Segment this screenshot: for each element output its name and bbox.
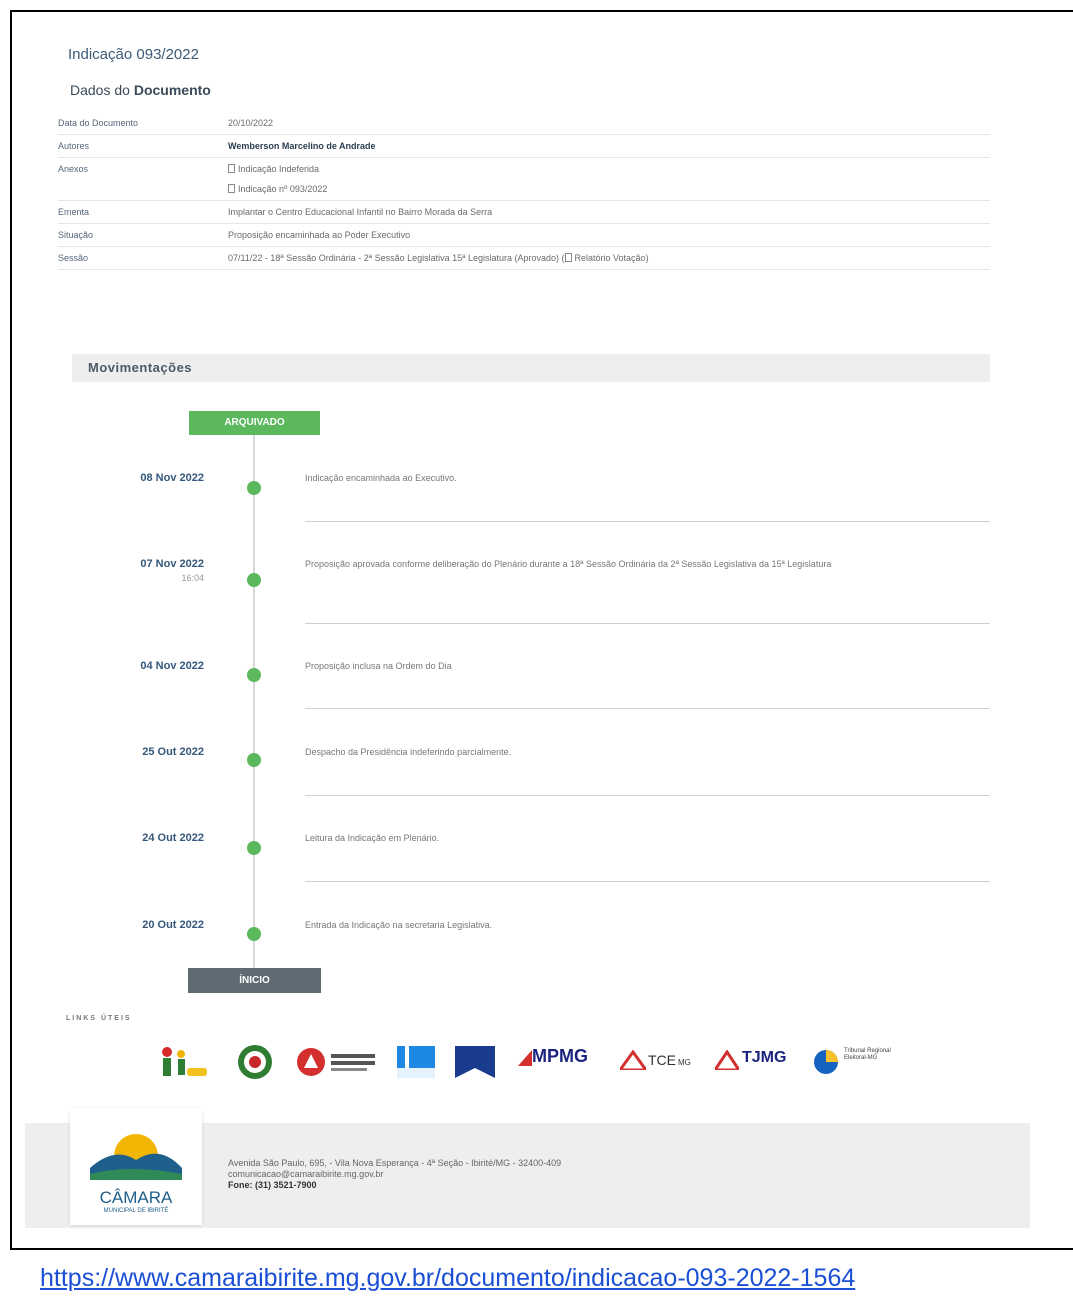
author-link[interactable]: Wemberson Marcelino de Andrade bbox=[228, 141, 990, 151]
meta-label: Anexos bbox=[58, 164, 89, 174]
timeline-date: 20 Out 2022 bbox=[142, 919, 204, 931]
timeline-text: Indicação encaminhada ao Executivo. bbox=[305, 473, 457, 483]
timeline-date: 04 Nov 2022 bbox=[140, 660, 204, 672]
timeline-dot bbox=[247, 927, 261, 941]
meta-value: Proposição encaminhada ao Poder Executiv… bbox=[228, 230, 411, 240]
movements-header: Movimentações bbox=[72, 354, 990, 382]
camara-emblem-icon bbox=[90, 1134, 182, 1180]
meta-row-date: Data do Documento 20/10/2022 bbox=[58, 112, 990, 135]
blue-box-logo-2[interactable] bbox=[453, 1042, 497, 1082]
camara-logo[interactable]: CÂMARA MUNICIPAL DE IBIRITÉ bbox=[70, 1108, 202, 1225]
mpmg-logo[interactable]: MPMG bbox=[518, 1042, 600, 1082]
timeline-dot bbox=[247, 481, 261, 495]
state-coat-of-arms-logo[interactable] bbox=[235, 1042, 275, 1082]
meta-value: Implantar o Centro Educacional Infantil … bbox=[228, 207, 493, 217]
tjmg-triangle-icon bbox=[715, 1050, 739, 1070]
tce-mg-logo[interactable]: TCE MG bbox=[620, 1042, 704, 1082]
meta-label: Situação bbox=[58, 230, 94, 240]
timeline-divider bbox=[305, 623, 990, 624]
document-metadata-table: Data do Documento 20/10/2022 Autores Wem… bbox=[58, 112, 990, 270]
meta-label: Autores bbox=[58, 141, 90, 151]
camara-logo-name: CÂMARA bbox=[99, 1188, 173, 1207]
tce-triangle-icon bbox=[620, 1050, 646, 1070]
footer-email[interactable]: comunicacao@camaraibirite.mg.gov.br bbox=[228, 1169, 561, 1180]
meta-value: 20/10/2022 bbox=[228, 118, 274, 128]
status-badge-start: ÍNICIO bbox=[188, 968, 321, 993]
ibirite-logo[interactable] bbox=[155, 1042, 209, 1082]
meta-row-authors: Autores Wemberson Marcelino de Andrade bbox=[58, 135, 990, 158]
timeline-divider bbox=[305, 881, 990, 882]
footer-phone: Fone: (31) 3521-7900 bbox=[228, 1180, 317, 1190]
tre-globe-icon bbox=[814, 1050, 838, 1074]
timeline-date: 08 Nov 2022 bbox=[140, 472, 204, 484]
camara-logo-sub: MUNICIPAL DE IBIRITÉ bbox=[103, 1208, 169, 1214]
timeline-text: Proposição inclusa na Ordem do Dia bbox=[305, 661, 452, 671]
annex-link[interactable]: Indicação nº 093/2022 bbox=[228, 184, 990, 194]
file-icon bbox=[228, 184, 235, 193]
meta-label: Data do Documento bbox=[58, 118, 139, 128]
section-subtitle: Dados do Documento bbox=[70, 82, 211, 98]
timeline-dot bbox=[247, 668, 261, 682]
timeline-text: Proposição aprovada conforme deliberação… bbox=[305, 559, 832, 569]
tre-mg-logo[interactable]: Tribunal Regional Eleitoral-MG bbox=[812, 1042, 910, 1082]
timeline-date: 24 Out 2022 bbox=[142, 832, 204, 844]
timeline-dot bbox=[247, 573, 261, 587]
blue-box-logo-1[interactable] bbox=[395, 1042, 437, 1082]
meta-label: Ementa bbox=[58, 207, 90, 217]
timeline-time: 16:04 bbox=[181, 573, 204, 583]
page-title: Indicação 093/2022 bbox=[68, 46, 199, 63]
meta-label: Sessão bbox=[58, 253, 89, 263]
useful-links-logos: MPMG TCE MG TJMG Tribunal Regional Eleit… bbox=[150, 1042, 910, 1082]
meta-row-status: Situação Proposição encaminhada ao Poder… bbox=[58, 224, 990, 247]
timeline-text: Despacho da Presidência indeferindo parc… bbox=[305, 747, 512, 757]
page-url[interactable]: https://www.camaraibirite.mg.gov.br/docu… bbox=[40, 1264, 855, 1293]
footer-contact: Avenida São Paulo, 695, - Vila Nova Espe… bbox=[228, 1158, 561, 1191]
timeline-divider bbox=[305, 795, 990, 796]
timeline-line bbox=[253, 435, 255, 969]
timeline-dot bbox=[247, 841, 261, 855]
timeline-text: Leitura da Indicação em Plenário. bbox=[305, 833, 440, 843]
timeline-date: 07 Nov 2022 bbox=[140, 558, 204, 570]
voting-report-link[interactable]: Relatório Votação bbox=[564, 253, 646, 263]
timeline-divider bbox=[305, 708, 990, 709]
meta-value: 07/11/22 - 18ª Sessão Ordinária - 2ª Ses… bbox=[228, 253, 649, 263]
status-badge-archived: ARQUIVADO bbox=[189, 411, 320, 435]
footer-address: Avenida São Paulo, 695, - Vila Nova Espe… bbox=[228, 1158, 562, 1168]
file-icon bbox=[564, 253, 572, 262]
legislative-assembly-logo[interactable] bbox=[295, 1042, 383, 1082]
annex-list: Indicação Indeferida Indicação nº 093/20… bbox=[228, 164, 990, 194]
mpmg-triangle-icon bbox=[518, 1050, 532, 1066]
timeline-dot bbox=[247, 753, 261, 767]
meta-row-ementa: Ementa Implantar o Centro Educacional In… bbox=[58, 201, 990, 224]
annex-link[interactable]: Indicação Indeferida bbox=[228, 164, 990, 174]
meta-row-session: Sessão 07/11/22 - 18ª Sessão Ordinária -… bbox=[58, 247, 990, 270]
timeline-divider bbox=[305, 521, 990, 522]
file-icon bbox=[228, 164, 235, 173]
timeline-date: 25 Out 2022 bbox=[142, 746, 204, 758]
timeline-text: Entrada da Indicação na secretaria Legis… bbox=[305, 920, 493, 930]
useful-links-title: LINKS ÚTEIS bbox=[66, 1015, 132, 1022]
tjmg-logo[interactable]: TJMG bbox=[715, 1042, 800, 1082]
meta-row-annexes: Anexos Indicação Indeferida Indicação nº… bbox=[58, 158, 990, 201]
